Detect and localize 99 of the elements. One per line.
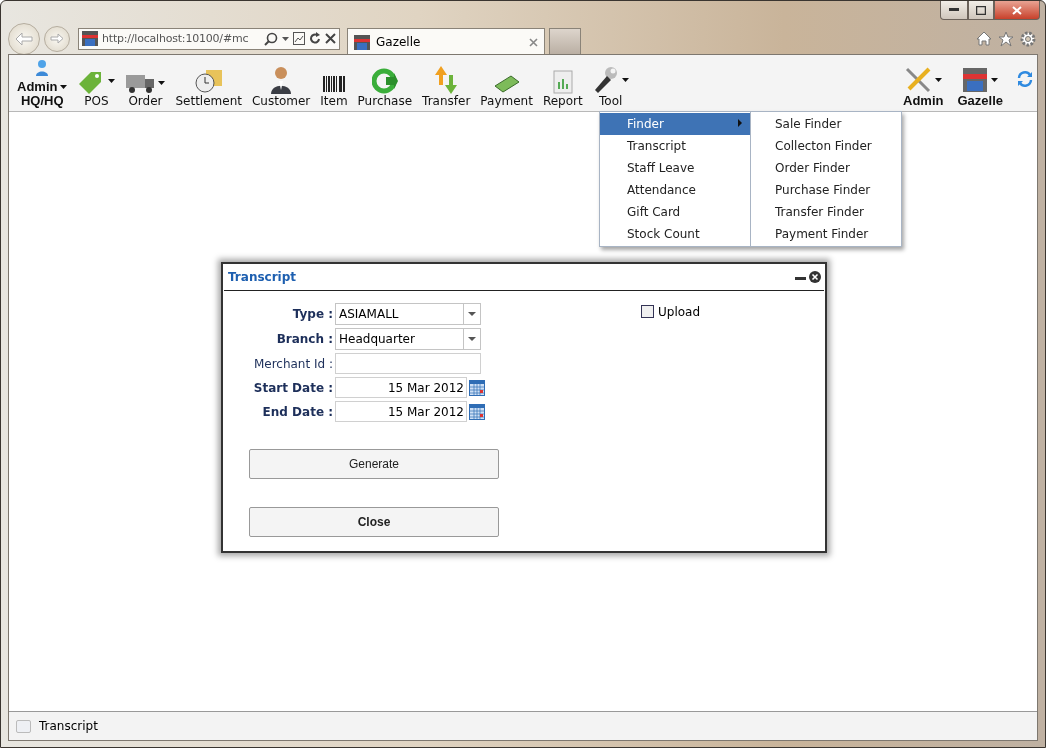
address-bar[interactable]: http://localhost:10100/#mc bbox=[78, 27, 340, 50]
menu-item[interactable]: Stock Count bbox=[600, 223, 750, 245]
toolbar-button[interactable]: Settlement bbox=[175, 55, 242, 111]
toolbar-label: Order bbox=[128, 94, 163, 108]
minimize-button[interactable] bbox=[940, 1, 968, 20]
toolbar-button[interactable]: Admin HQ/HQ bbox=[17, 55, 68, 111]
dropdown-field[interactable]: ASIAMALL bbox=[335, 303, 481, 325]
minimize-icon[interactable] bbox=[795, 277, 806, 281]
wrench-icon bbox=[592, 66, 619, 94]
caret-icon bbox=[60, 85, 68, 89]
arrow-icon bbox=[15, 31, 33, 46]
toolbar-label: Admin bbox=[903, 94, 944, 108]
new-tab-button[interactable] bbox=[549, 28, 581, 55]
circular-arrow-icon bbox=[371, 68, 398, 94]
truck-icon bbox=[125, 72, 156, 94]
caret-icon[interactable] bbox=[282, 36, 289, 41]
toolbar-label: Payment bbox=[480, 94, 533, 108]
barcode-icon bbox=[322, 74, 345, 94]
menu-item[interactable]: Attendance bbox=[600, 179, 750, 201]
toolbar-button[interactable]: Gazelle bbox=[957, 55, 1003, 111]
toolbar-button[interactable]: Report bbox=[542, 55, 583, 111]
toolbar-button[interactable]: Tool bbox=[592, 55, 629, 111]
minimize-icon bbox=[949, 8, 959, 12]
status-text: Transcript bbox=[39, 719, 98, 733]
field-label: Merchant Id : bbox=[252, 356, 333, 371]
menu-item[interactable]: Sale Finder bbox=[751, 113, 901, 135]
browser-tab[interactable]: Gazelle bbox=[347, 27, 545, 56]
toolbar-label: Gazelle bbox=[957, 94, 1003, 108]
input-field[interactable] bbox=[335, 353, 481, 374]
menu-item[interactable]: Gift Card bbox=[600, 201, 750, 223]
toolbar-label: POS bbox=[84, 94, 109, 108]
toolbar-label: Report bbox=[542, 94, 583, 108]
menu-item[interactable]: Staff Leave bbox=[600, 157, 750, 179]
dropdown-field[interactable]: Headquarter bbox=[335, 328, 481, 350]
field-label: Type : bbox=[291, 307, 333, 321]
star-icon[interactable] bbox=[998, 30, 1014, 47]
toolbar-button[interactable]: POS bbox=[77, 55, 116, 111]
calendar-icon[interactable] bbox=[469, 379, 485, 396]
tools-icon bbox=[904, 66, 933, 94]
field-label: Branch : bbox=[275, 332, 333, 346]
arrows-icon bbox=[435, 66, 458, 94]
date-field[interactable]: 15 Mar 2012 bbox=[335, 401, 467, 422]
person-icon bbox=[270, 66, 293, 94]
caret-icon bbox=[935, 78, 943, 82]
menu-item[interactable]: Payment Finder bbox=[751, 223, 901, 245]
upload-checkbox[interactable] bbox=[641, 305, 654, 318]
toolbar-label: Tool bbox=[599, 94, 623, 108]
dialog-title: Transcript bbox=[228, 270, 298, 284]
close-icon bbox=[1012, 5, 1022, 15]
caret-icon bbox=[468, 337, 476, 341]
caret-icon bbox=[991, 78, 999, 82]
calendar-icon[interactable] bbox=[469, 403, 485, 420]
menu-item[interactable]: Collecton Finder bbox=[751, 135, 901, 157]
menu-item[interactable]: Transfer Finder bbox=[751, 201, 901, 223]
caret-icon bbox=[108, 79, 116, 83]
toolbar-button[interactable]: Order bbox=[125, 55, 166, 111]
shop-icon bbox=[962, 66, 989, 94]
maximize-icon bbox=[976, 5, 986, 15]
caret-icon bbox=[621, 78, 629, 82]
back-button[interactable] bbox=[8, 22, 40, 55]
submenu-arrow-icon bbox=[738, 119, 742, 127]
settings-icon[interactable] bbox=[1020, 30, 1036, 47]
toolbar-button[interactable]: Transfer bbox=[422, 55, 471, 111]
caret-icon bbox=[158, 81, 166, 85]
toolbar-button[interactable]: Purchase bbox=[357, 55, 413, 111]
toolbar-label: Transfer bbox=[422, 94, 471, 108]
close-icon[interactable] bbox=[809, 271, 821, 283]
chart-icon bbox=[552, 70, 573, 94]
shop-icon bbox=[354, 34, 370, 50]
menu-item[interactable]: Transcript bbox=[600, 135, 750, 157]
generate-button[interactable]: Generate bbox=[249, 449, 499, 479]
toolbar-label: Purchase bbox=[357, 94, 413, 108]
shop-icon bbox=[82, 31, 98, 46]
toolbar-label: Admin bbox=[17, 80, 58, 94]
toolbar-button[interactable]: Admin bbox=[903, 55, 944, 111]
toolbar-button[interactable]: Payment bbox=[480, 55, 533, 111]
field-label: End Date : bbox=[261, 404, 333, 419]
menu-item[interactable]: Order Finder bbox=[751, 157, 901, 179]
toolbar-label: Item bbox=[320, 94, 348, 108]
refresh-icon[interactable] bbox=[309, 32, 321, 45]
checkbox-label: Upload bbox=[658, 305, 701, 319]
toolbar-button[interactable]: Customer bbox=[251, 55, 311, 111]
toolbar-button[interactable]: Item bbox=[320, 55, 348, 111]
window-icon bbox=[16, 719, 31, 733]
maximize-button[interactable] bbox=[968, 1, 994, 20]
toolbar-label: HQ/HQ bbox=[20, 94, 64, 108]
toolbar-label: Customer bbox=[251, 94, 311, 108]
field-label: Start Date : bbox=[252, 380, 333, 395]
search-icon[interactable] bbox=[264, 31, 278, 46]
close-icon[interactable] bbox=[325, 33, 336, 44]
arrow-icon bbox=[50, 33, 64, 44]
menu-item[interactable]: Finder bbox=[600, 113, 750, 135]
caret-icon bbox=[468, 312, 476, 316]
toolbar-label: Settlement bbox=[175, 94, 242, 108]
date-field[interactable]: 15 Mar 2012 bbox=[335, 377, 467, 398]
menu-item[interactable]: Purchase Finder bbox=[751, 179, 901, 201]
close-button[interactable]: Close bbox=[249, 507, 499, 537]
home-icon[interactable] bbox=[976, 31, 992, 46]
close-button[interactable] bbox=[994, 1, 1040, 20]
